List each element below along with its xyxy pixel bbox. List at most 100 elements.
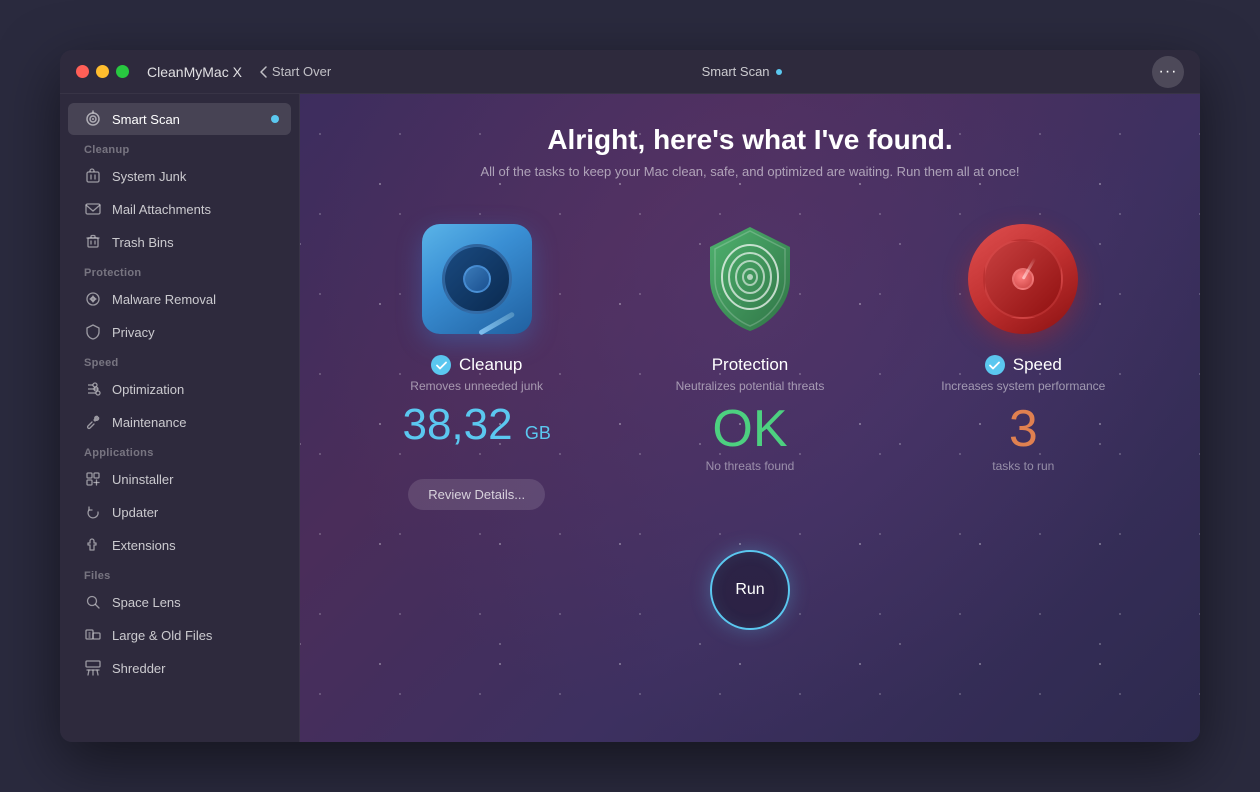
section-applications: Applications <box>60 439 299 462</box>
privacy-icon <box>84 323 102 341</box>
sidebar-item-shredder[interactable]: Shredder <box>68 652 291 684</box>
sidebar: Smart Scan Cleanup System Junk <box>60 94 300 742</box>
sidebar-item-system-junk[interactable]: System Junk <box>68 160 291 192</box>
sidebar-item-large-old-files[interactable]: Large & Old Files <box>68 619 291 651</box>
protection-desc: Neutralizes potential threats <box>676 379 825 393</box>
sidebar-label: Shredder <box>112 661 165 676</box>
speed-icon-wrap <box>963 219 1083 339</box>
titlebar-center: Smart Scan <box>343 64 1140 79</box>
large-files-icon <box>84 626 102 644</box>
sidebar-label: Privacy <box>112 325 155 340</box>
optimization-icon <box>84 380 102 398</box>
sidebar-label: Extensions <box>112 538 176 553</box>
speed-name: Speed <box>1013 355 1062 375</box>
sidebar-label: Updater <box>112 505 158 520</box>
section-protection: Protection <box>60 259 299 282</box>
sidebar-item-privacy[interactable]: Privacy <box>68 316 291 348</box>
gauge-inner <box>983 239 1063 319</box>
uninstaller-icon <box>84 470 102 488</box>
speed-sublabel: tasks to run <box>992 459 1054 473</box>
gauge-needle <box>1022 257 1037 279</box>
protection-sublabel: No threats found <box>706 459 795 473</box>
sidebar-label: Space Lens <box>112 595 181 610</box>
sidebar-item-extensions[interactable]: Extensions <box>68 529 291 561</box>
section-cleanup: Cleanup <box>60 136 299 159</box>
sidebar-item-malware-removal[interactable]: Malware Removal <box>68 283 291 315</box>
speed-title-row: Speed <box>985 355 1062 375</box>
app-window: CleanMyMac X Start Over Smart Scan ··· <box>60 50 1200 742</box>
more-button[interactable]: ··· <box>1152 56 1184 88</box>
sidebar-item-mail-attachments[interactable]: Mail Attachments <box>68 193 291 225</box>
gauge-dot <box>1012 268 1034 290</box>
sidebar-label: Malware Removal <box>112 292 216 307</box>
updater-icon <box>84 503 102 521</box>
cards-container: Cleanup Removes unneeded junk 38,32 GB R… <box>340 209 1160 530</box>
sidebar-item-maintenance[interactable]: Maintenance <box>68 406 291 438</box>
speed-check-icon <box>985 355 1005 375</box>
titlebar: CleanMyMac X Start Over Smart Scan ··· <box>60 50 1200 94</box>
speed-card: Speed Increases system performance 3 tas… <box>887 209 1160 507</box>
traffic-lights <box>76 65 129 78</box>
sidebar-label: Trash Bins <box>112 235 174 250</box>
scan-label: Smart Scan <box>702 64 770 79</box>
space-lens-icon <box>84 593 102 611</box>
system-junk-icon <box>84 167 102 185</box>
back-button[interactable]: Start Over <box>258 64 331 79</box>
maintenance-icon <box>84 413 102 431</box>
protection-value: OK <box>712 403 787 455</box>
disk-inner <box>442 244 512 314</box>
extensions-icon <box>84 536 102 554</box>
malware-icon <box>84 290 102 308</box>
section-files: Files <box>60 562 299 585</box>
sidebar-label: Uninstaller <box>112 472 173 487</box>
section-speed: Speed <box>60 349 299 372</box>
cleanup-title-row: Cleanup <box>431 355 522 375</box>
cleanup-value: 38,32 GB <box>402 403 550 447</box>
protection-name: Protection <box>712 355 789 375</box>
mail-icon <box>84 200 102 218</box>
sidebar-item-optimization[interactable]: Optimization <box>68 373 291 405</box>
content-area: Smart Scan Cleanup System Junk <box>60 94 1200 742</box>
app-title: CleanMyMac X <box>147 64 242 80</box>
sidebar-label: Optimization <box>112 382 184 397</box>
more-icon: ··· <box>1159 63 1178 81</box>
cleanup-check-icon <box>431 355 451 375</box>
main-heading: Alright, here's what I've found. <box>547 124 952 156</box>
fullscreen-button[interactable] <box>116 65 129 78</box>
gauge-icon <box>968 224 1078 334</box>
sidebar-item-trash-bins[interactable]: Trash Bins <box>68 226 291 258</box>
sidebar-label: System Junk <box>112 169 186 184</box>
sidebar-label: Large & Old Files <box>112 628 212 643</box>
sidebar-item-uninstaller[interactable]: Uninstaller <box>68 463 291 495</box>
sidebar-item-updater[interactable]: Updater <box>68 496 291 528</box>
sidebar-item-space-lens[interactable]: Space Lens <box>68 586 291 618</box>
speed-desc: Increases system performance <box>941 379 1105 393</box>
protection-title-row: Protection <box>712 355 789 375</box>
shield-icon <box>695 219 805 339</box>
close-button[interactable] <box>76 65 89 78</box>
disk-drive-icon <box>422 224 532 334</box>
run-button[interactable]: Run <box>710 550 790 630</box>
smart-scan-icon <box>84 110 102 128</box>
review-details-button[interactable]: Review Details... <box>408 479 545 510</box>
shredder-icon <box>84 659 102 677</box>
protection-icon-wrap <box>690 219 810 339</box>
main-subtitle: All of the tasks to keep your Mac clean,… <box>480 164 1019 179</box>
disk-arm <box>478 311 515 335</box>
active-indicator <box>271 115 279 123</box>
sidebar-label: Smart Scan <box>112 112 180 127</box>
sidebar-label: Maintenance <box>112 415 186 430</box>
sidebar-item-smart-scan[interactable]: Smart Scan <box>68 103 291 135</box>
sidebar-label: Mail Attachments <box>112 202 211 217</box>
cleanup-icon-wrap <box>417 219 537 339</box>
chevron-left-icon <box>258 65 268 79</box>
speed-value: 3 <box>1009 403 1038 455</box>
minimize-button[interactable] <box>96 65 109 78</box>
cleanup-name: Cleanup <box>459 355 522 375</box>
cleanup-sublabel <box>475 451 478 465</box>
trash-icon <box>84 233 102 251</box>
protection-card: Protection Neutralizes potential threats… <box>613 209 886 507</box>
disk-center <box>463 265 491 293</box>
main-content: Alright, here's what I've found. All of … <box>300 94 1200 742</box>
cleanup-desc: Removes unneeded junk <box>410 379 543 393</box>
